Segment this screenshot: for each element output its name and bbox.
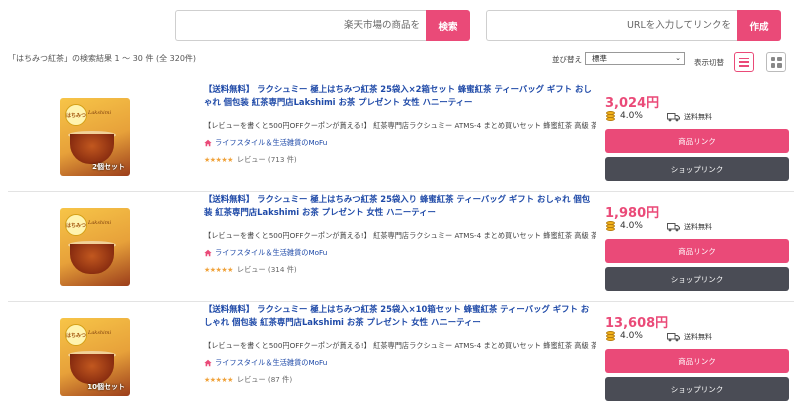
- product-thumbnail[interactable]: はちみつ Lakshimi 10個セット: [60, 318, 130, 396]
- grid-view-button[interactable]: [766, 52, 786, 72]
- shop-name-link[interactable]: ライフスタイル＆生活雑貨のMoFu: [204, 138, 327, 148]
- shop-name-link[interactable]: ライフスタイル＆生活雑貨のMoFu: [204, 248, 327, 258]
- sort-selected-value: 標準: [592, 54, 607, 63]
- shipping-badge: 送料無料: [667, 112, 712, 122]
- thumb-honey-tag: はちみつ: [65, 214, 87, 236]
- product-row: はちみつ Lakshimi 【送料無料】 ラクシュミー 極上はちみつ紅茶 25袋…: [8, 192, 794, 302]
- search-button[interactable]: 検索: [426, 10, 470, 41]
- product-price: 13,608円: [605, 316, 669, 331]
- star-icon: ★★★★★: [204, 266, 233, 274]
- shipping-text: 送料無料: [684, 113, 712, 121]
- review-count-link[interactable]: レビュー (713 件): [237, 155, 297, 165]
- product-thumbnail[interactable]: はちみつ Lakshimi 2個セット: [60, 98, 130, 176]
- thumb-set-label: 10個セット: [87, 383, 125, 391]
- truck-icon: [667, 112, 680, 122]
- shop-name: ライフスタイル＆生活雑貨のMoFu: [215, 358, 328, 367]
- review-summary: ★★★★★ レビュー (87 件): [204, 375, 292, 385]
- product-title-link[interactable]: 【送料無料】 ラクシュミー 極上はちみつ紅茶 25袋入×10箱セット 蜂蜜紅茶 …: [204, 303, 594, 329]
- rakuten-search-input[interactable]: [175, 10, 426, 41]
- coin-icon: [605, 110, 617, 122]
- product-description: 【レビューを書くと500円OFFクーポンが貰える!】 紅茶専門店ラクシュミー A…: [204, 231, 596, 240]
- shop-name: ライフスタイル＆生活雑貨のMoFu: [215, 248, 328, 257]
- review-summary: ★★★★★ レビュー (713 件): [204, 155, 297, 165]
- product-row: はちみつ Lakshimi 2個セット 【送料無料】 ラクシュミー 極上はちみつ…: [8, 82, 794, 192]
- points-rate: 4.0%: [605, 330, 643, 342]
- thumb-honey-tag: はちみつ: [65, 104, 87, 126]
- view-toggle-label: 表示切替: [694, 58, 724, 67]
- shop-name: ライフスタイル＆生活雑貨のMoFu: [215, 138, 328, 147]
- shop-link-button[interactable]: ショップリンク: [605, 267, 789, 291]
- points-value: 4.0%: [620, 331, 643, 341]
- thumb-brand: Lakshimi: [88, 330, 112, 336]
- url-input[interactable]: [486, 10, 737, 41]
- product-thumbnail[interactable]: はちみつ Lakshimi: [60, 208, 130, 286]
- shop-link-button[interactable]: ショップリンク: [605, 157, 789, 181]
- review-count-link[interactable]: レビュー (87 件): [237, 375, 292, 385]
- coin-icon: [605, 220, 617, 232]
- product-link-button[interactable]: 商品リンク: [605, 239, 789, 263]
- truck-icon: [667, 222, 680, 232]
- product-title-link[interactable]: 【送料無料】 ラクシュミー 極上はちみつ紅茶 25袋入×2箱セット 蜂蜜紅茶 テ…: [204, 83, 594, 109]
- thumb-brand: Lakshimi: [88, 220, 112, 226]
- product-price: 3,024円: [605, 96, 660, 111]
- product-row: はちみつ Lakshimi 10個セット 【送料無料】 ラクシュミー 極上はちみ…: [8, 302, 794, 409]
- points-value: 4.0%: [620, 111, 643, 121]
- review-count-link[interactable]: レビュー (314 件): [237, 265, 297, 275]
- shipping-badge: 送料無料: [667, 222, 712, 232]
- product-price: 1,980円: [605, 206, 660, 221]
- product-link-button[interactable]: 商品リンク: [605, 349, 789, 373]
- grid-view-icon: [770, 56, 782, 68]
- url-link-bar: 作成: [486, 10, 781, 41]
- coin-icon: [605, 330, 617, 342]
- shipping-text: 送料無料: [684, 333, 712, 341]
- review-summary: ★★★★★ レビュー (314 件): [204, 265, 297, 275]
- chevron-down-icon: ⌄: [675, 54, 681, 62]
- points-value: 4.0%: [620, 221, 643, 231]
- results-summary: 「はちみつ紅茶」の検索結果 1 ～ 30 件 (全 320件): [8, 54, 197, 63]
- star-icon: ★★★★★: [204, 156, 233, 164]
- product-description: 【レビューを書くと500円OFFクーポンが貰える!】 紅茶専門店ラクシュミー A…: [204, 341, 596, 350]
- list-view-button[interactable]: [734, 52, 754, 72]
- rakuten-search-bar: 検索: [175, 10, 470, 41]
- list-view-icon: [739, 57, 749, 67]
- sort-select[interactable]: 標準 ⌄: [585, 52, 685, 65]
- home-icon: [204, 139, 212, 147]
- product-title-link[interactable]: 【送料無料】 ラクシュミー 極上はちみつ紅茶 25袋入り 蜂蜜紅茶 ティーバッグ…: [204, 193, 594, 219]
- shop-link-button[interactable]: ショップリンク: [605, 377, 789, 401]
- points-rate: 4.0%: [605, 220, 643, 232]
- shipping-text: 送料無料: [684, 223, 712, 231]
- points-rate: 4.0%: [605, 110, 643, 122]
- shipping-badge: 送料無料: [667, 332, 712, 342]
- star-icon: ★★★★★: [204, 376, 233, 384]
- home-icon: [204, 249, 212, 257]
- truck-icon: [667, 332, 680, 342]
- create-link-button[interactable]: 作成: [737, 10, 781, 41]
- product-description: 【レビューを書くと500円OFFクーポンが貰える!】 紅茶専門店ラクシュミー A…: [204, 121, 596, 130]
- home-icon: [204, 359, 212, 367]
- shop-name-link[interactable]: ライフスタイル＆生活雑貨のMoFu: [204, 358, 327, 368]
- thumb-set-label: 2個セット: [92, 163, 125, 171]
- thumb-brand: Lakshimi: [88, 110, 112, 116]
- product-link-button[interactable]: 商品リンク: [605, 129, 789, 153]
- sort-label: 並び替え: [552, 55, 582, 64]
- thumb-honey-tag: はちみつ: [65, 324, 87, 346]
